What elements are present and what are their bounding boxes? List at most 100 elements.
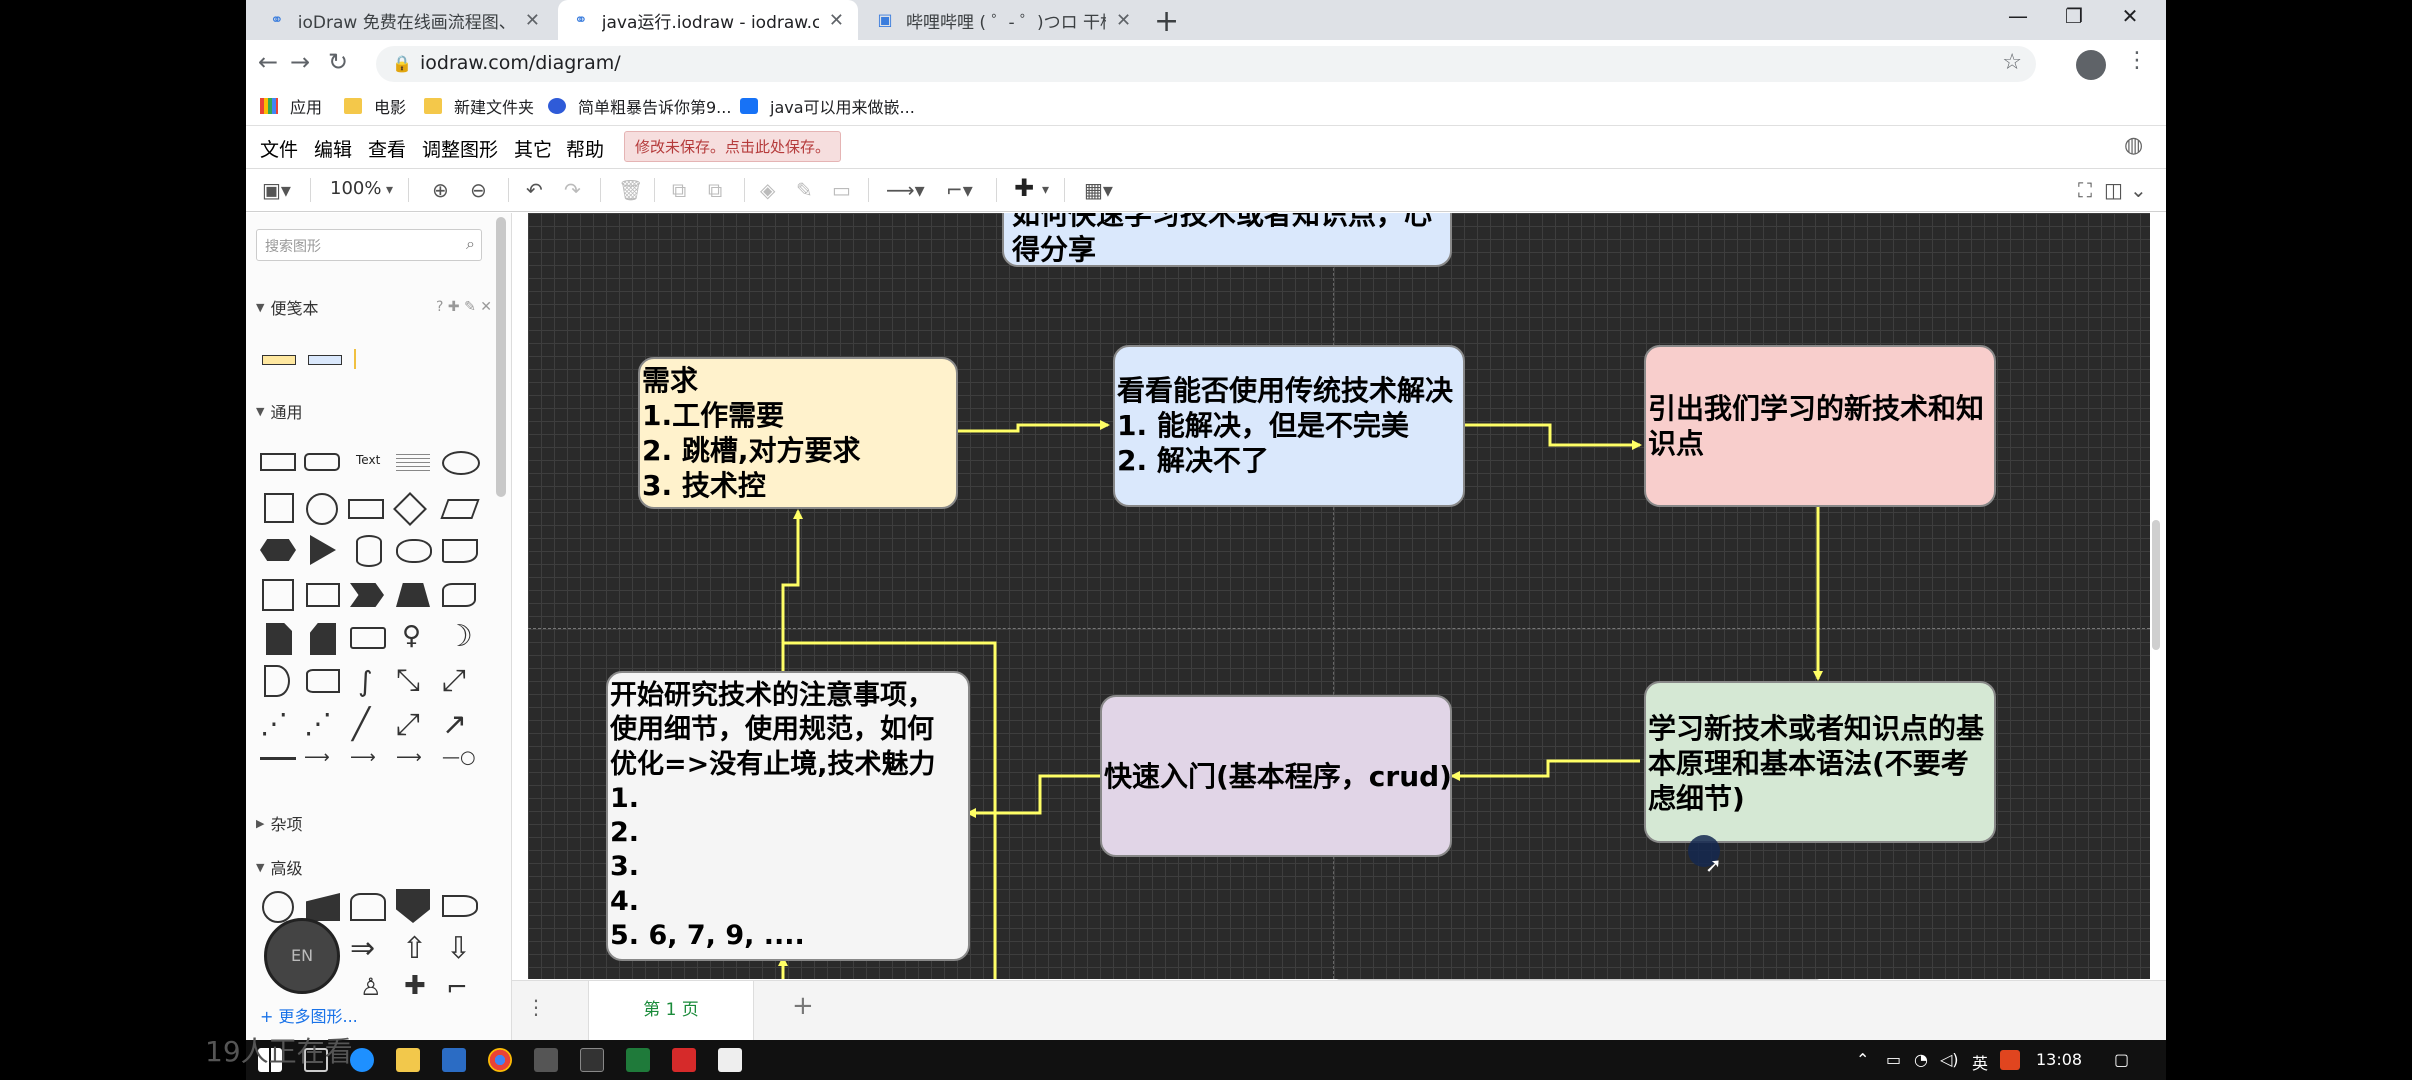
search-icon[interactable]: ⌕ — [466, 234, 475, 254]
edge-traditional-to-newtech[interactable] — [1463, 423, 1642, 450]
back-icon[interactable]: ← — [250, 48, 286, 76]
arrow-icon[interactable]: ⤢ — [442, 663, 466, 698]
minimize-icon[interactable]: — — [1998, 4, 2038, 28]
notification-icon[interactable]: ▢ — [2114, 1050, 2129, 1069]
line-color-icon[interactable]: ✎ — [796, 178, 813, 202]
tape-shape[interactable] — [442, 583, 476, 607]
directional-connector-icon[interactable]: ↗ — [442, 707, 467, 742]
line-icon[interactable]: ╱ — [352, 707, 370, 742]
tab-iodraw-home[interactable]: ⚭ ioDraw 免费在线画流程图、思维 ✕ — [254, 0, 554, 40]
cylinder-shape[interactable] — [356, 535, 382, 567]
node-need[interactable]: 需求 1.工作需要 2. 跳槽,对方要求 3. 技术控 — [638, 357, 958, 509]
xmind-icon[interactable] — [672, 1048, 696, 1072]
circle-shape[interactable] — [262, 891, 294, 923]
up-arrow-icon[interactable]: ⇧ — [402, 931, 427, 966]
internal-storage-shape[interactable] — [262, 579, 294, 611]
format-panel-icon[interactable]: ◫ — [2104, 178, 2123, 202]
add-page-icon[interactable]: + — [792, 991, 814, 1021]
menu-view[interactable]: 查看 — [368, 135, 406, 162]
note-shape[interactable] — [266, 623, 292, 655]
view-panels-icon[interactable]: ▣▾ — [262, 178, 291, 202]
process-shape[interactable] — [348, 499, 384, 519]
sidebar-scrollbar[interactable] — [496, 217, 506, 497]
word-icon[interactable] — [442, 1048, 466, 1072]
edge-learn-to-quick[interactable] — [1450, 759, 1640, 781]
close-icon[interactable]: ✕ — [1116, 10, 1131, 31]
undo-icon[interactable]: ↶ — [526, 178, 543, 202]
address-bar[interactable]: 🔒 iodraw.com/diagram/ ☆ — [376, 46, 2036, 82]
dotted-line-icon[interactable]: ⋰ — [304, 707, 332, 740]
link-arrow-icon[interactable]: ⟶ — [350, 747, 376, 768]
textbox-shape[interactable] — [396, 451, 430, 473]
chrome-icon[interactable] — [488, 1048, 512, 1072]
bookmark-apps[interactable]: 应用 — [260, 94, 322, 118]
profile-avatar[interactable] — [2076, 50, 2106, 80]
card-shape[interactable] — [310, 623, 336, 655]
bookmark-zhihu[interactable]: java可以用来做嵌... — [740, 94, 915, 118]
zoom-out-icon[interactable]: ⊖ — [470, 178, 487, 202]
link-arrow-icon[interactable]: ⟶ — [396, 747, 422, 768]
menu-edit[interactable]: 编辑 — [314, 135, 352, 162]
tray-chevron-up-icon[interactable]: ⌃ — [1856, 1050, 1869, 1069]
node-traditional[interactable]: 看看能否使用传统技术解决 1. 能解决，但是不完美 2. 解决不了 — [1113, 345, 1465, 507]
section-misc[interactable]: ▶ 杂项 — [246, 809, 492, 837]
tab-bilibili[interactable]: ▣ 哔哩哔哩 ( ゜- ゜)つロ 干杯~-bilibili ✕ — [862, 0, 1152, 40]
shadow-icon[interactable]: ▭ — [832, 178, 851, 202]
loop-limit-shape[interactable] — [350, 893, 386, 921]
down-arrow-icon[interactable]: ⇩ — [446, 931, 471, 966]
delete-icon[interactable]: 🗑 — [618, 178, 643, 202]
volume-icon[interactable]: ◁) — [1940, 1050, 1959, 1069]
diagram-canvas[interactable]: 如何快速学习技术或者知识点，心 得分享 需求 1.工作需要 2. 跳槽,对方要求… — [528, 213, 2150, 979]
language-globe-icon[interactable]: ◍ — [2124, 133, 2143, 158]
shape-search-input[interactable]: 搜索图形 ⌕ — [256, 229, 482, 261]
dashed-line-icon[interactable]: ⋰ — [260, 707, 288, 740]
bookmark-new-folder[interactable]: 新建文件夹 — [424, 94, 534, 118]
collapse-icon[interactable]: ⌄ — [2130, 178, 2147, 202]
delay-shape[interactable] — [264, 665, 290, 697]
trapezoid-shape[interactable] — [396, 583, 430, 607]
zoom-in-icon[interactable]: ⊕ — [432, 178, 449, 202]
capture-icon[interactable] — [718, 1048, 742, 1072]
thick-line-icon[interactable] — [260, 757, 296, 760]
node-research[interactable]: 开始研究技术的注意事项， 使用细节，使用规范，如何 优化=>没有止境,技术魅力 … — [606, 671, 970, 961]
browser-menu-icon[interactable]: ⋮ — [2126, 48, 2148, 73]
to-back-icon[interactable]: ⧉ — [708, 178, 722, 202]
file-explorer-icon[interactable] — [396, 1048, 420, 1072]
manual-input-shape[interactable] — [306, 893, 340, 921]
more-shapes-link[interactable]: + 更多图形... — [260, 1003, 358, 1027]
text-shape[interactable]: Text — [356, 453, 380, 467]
page-tab-1[interactable]: 第 1 页 — [588, 981, 754, 1041]
off-page-connector-shape[interactable] — [396, 889, 430, 923]
redo-icon[interactable]: ↷ — [564, 178, 581, 202]
close-icon[interactable]: ✕ — [829, 10, 844, 31]
right-arrow-icon[interactable]: ⇒ — [350, 931, 375, 966]
cross-icon[interactable]: ✚ — [404, 971, 426, 1001]
clock-time[interactable]: 13:08 — [2036, 1050, 2082, 1069]
cube-shape[interactable] — [306, 583, 340, 607]
notebook-item[interactable] — [354, 349, 356, 369]
bookmark-baidu[interactable]: 简单粗暴告诉你第9... — [548, 94, 731, 118]
canvas-vertical-scrollbar[interactable] — [2152, 520, 2160, 650]
square-shape[interactable] — [264, 493, 294, 523]
menu-file[interactable]: 文件 — [260, 135, 298, 162]
parallelogram-shape[interactable] — [440, 499, 480, 519]
app-icon[interactable] — [534, 1048, 558, 1072]
node-quick-start[interactable]: 快速入门(基本程序，crud) — [1100, 695, 1452, 857]
battery-icon[interactable]: ▭ — [1886, 1050, 1901, 1069]
page-menu-icon[interactable]: ⋮ — [526, 995, 546, 1019]
menu-arrange[interactable]: 调整图形 — [422, 135, 498, 162]
wifi-icon[interactable]: ◔ — [1914, 1050, 1928, 1069]
actor-icon[interactable]: ♀ — [402, 621, 421, 651]
notebook-actions-icon[interactable]: ? ✚ ✎ ✕ — [436, 299, 492, 315]
node-learn-basics[interactable]: 学习新技术或者知识点的基 本原理和基本语法(不要考 虑细节) — [1644, 681, 1996, 843]
ellipse-shape[interactable] — [442, 451, 480, 475]
user-icon[interactable]: ♙ — [360, 973, 382, 1001]
notebook-item[interactable] — [262, 355, 296, 365]
cloud-shape[interactable] — [396, 539, 432, 563]
bidirectional-arrow-icon[interactable]: ⤡ — [396, 663, 420, 698]
reload-icon[interactable]: ↻ — [320, 48, 356, 76]
or-shape-icon[interactable]: ☽ — [446, 619, 473, 654]
edge-quick-to-research[interactable] — [966, 774, 1104, 818]
terminal-icon[interactable] — [580, 1048, 604, 1072]
edge-need-to-traditional[interactable] — [958, 420, 1110, 433]
